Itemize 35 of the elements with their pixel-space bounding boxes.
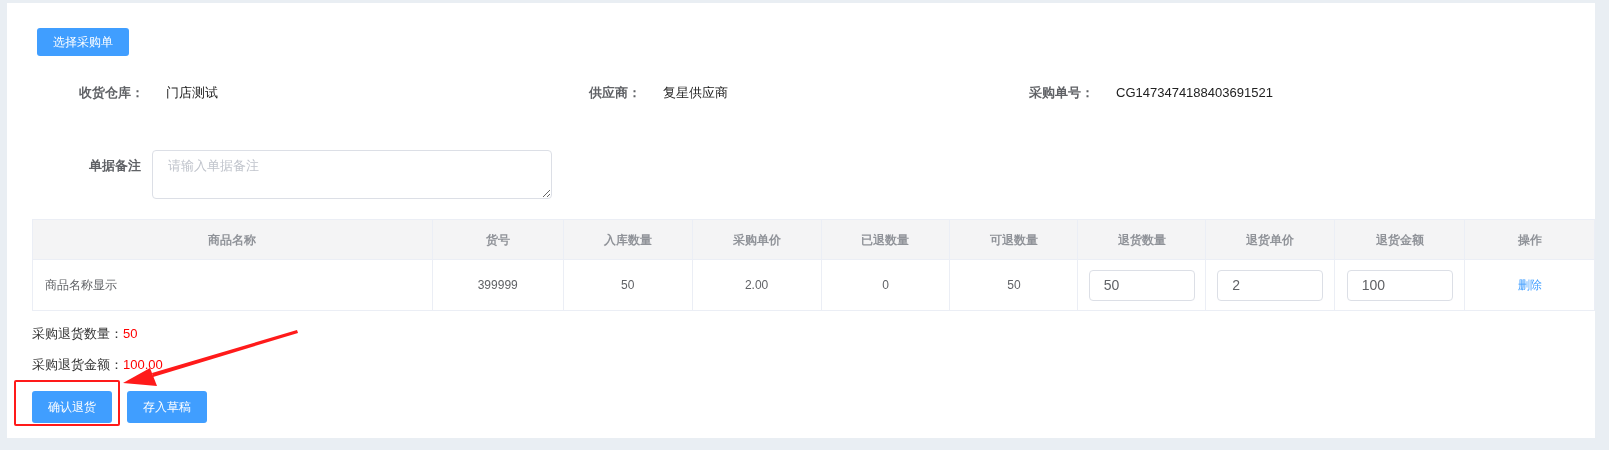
column-header: 商品名称 (208, 231, 257, 249)
action-button[interactable]: 存入草稿 (127, 391, 207, 423)
column-header: 退货金额 (1375, 231, 1424, 249)
input-field[interactable]: 50 (1088, 269, 1195, 301)
table-cell-text: 50 (1007, 277, 1021, 294)
input-field[interactable]: 100 (1346, 269, 1453, 301)
column-header: 货号 (485, 231, 510, 249)
column-header: 可退数量 (989, 231, 1038, 249)
table-cell-text: 0 (882, 277, 889, 294)
table-cell-text: 商品名称显示 (45, 277, 117, 294)
field-value: 门店测试 (166, 84, 218, 103)
column-header: 操作 (1517, 231, 1542, 249)
field-label: 采购单号： (1029, 84, 1094, 103)
delete-link[interactable]: 删除 (1517, 276, 1542, 294)
column-header: 入库数量 (603, 231, 652, 249)
summary-label: 采购退货数量： (32, 325, 123, 344)
field-label: 收货仓库： (79, 84, 144, 103)
select-order-button[interactable]: 选择采购单 (37, 28, 129, 56)
remark-field[interactable]: 请输入单据备注 (152, 150, 552, 199)
action-button[interactable]: 确认退货 (32, 391, 112, 423)
field-value: 复星供应商 (663, 84, 728, 103)
summary-value: 100.00 (123, 356, 163, 375)
column-header: 退货单价 (1246, 231, 1295, 249)
column-header: 已退数量 (861, 231, 910, 249)
field-value: CG1473474188403691521 (1116, 84, 1273, 103)
column-header: 退货数量 (1117, 231, 1166, 249)
field-label: 单据备注 (89, 157, 142, 175)
summary-label: 采购退货金额： (32, 356, 123, 375)
input-field[interactable]: 2 (1217, 269, 1324, 301)
field-label: 供应商： (589, 84, 641, 103)
table-cell-text: 399999 (477, 277, 518, 294)
table-cell-text: 2.00 (744, 277, 769, 294)
column-header: 采购单价 (732, 231, 781, 249)
table-cell-text: 50 (620, 277, 635, 294)
summary-value: 50 (123, 325, 138, 344)
